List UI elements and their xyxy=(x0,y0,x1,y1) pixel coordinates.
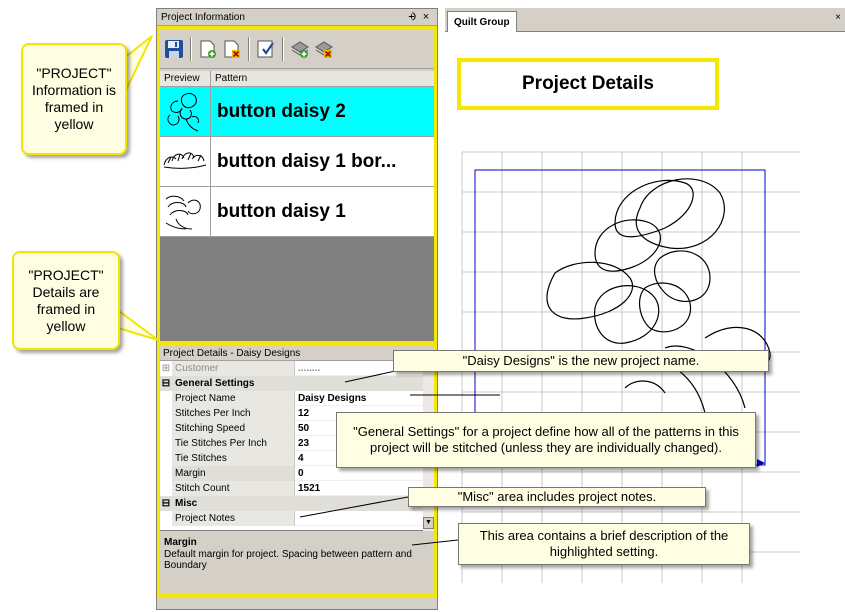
add-pattern-icon[interactable] xyxy=(197,38,219,60)
property-label: Stitches Per Inch xyxy=(172,406,295,421)
description-area-note: This area contains a brief description o… xyxy=(458,523,750,565)
property-label: Project Notes xyxy=(172,511,295,526)
property-label: Tie Stitches Per Inch xyxy=(172,436,295,451)
pattern-name: button daisy 2 xyxy=(217,100,346,122)
property-label: Customer xyxy=(172,361,295,376)
checklist-icon[interactable] xyxy=(255,38,277,60)
pattern-row[interactable]: button daisy 1 bor... xyxy=(160,137,434,187)
close-icon[interactable]: × xyxy=(419,11,433,23)
toolbar-separator xyxy=(248,36,250,61)
project-notes-dropdown-icon[interactable]: ▼ xyxy=(423,517,434,529)
expander-icon[interactable]: ⊟ xyxy=(160,498,172,509)
property-label: Margin xyxy=(172,466,295,481)
project-information-titlebar: Project Information ⨮ × xyxy=(157,9,437,26)
pattern-list-header: Preview Pattern xyxy=(160,71,434,87)
property-label: Stitch Count xyxy=(172,481,295,496)
pattern-preview-thumbnail xyxy=(160,187,211,236)
document-panel: Quilt Group × Project Details xyxy=(445,8,845,610)
project-information-frame: Preview Pattern button daisy 2 button da… xyxy=(157,26,437,344)
description-title: Margin xyxy=(164,537,197,548)
misc-area-note: "Misc" area includes project notes. xyxy=(408,487,706,507)
general-settings-note: "General Settings" for a project define … xyxy=(336,412,756,468)
property-label: General Settings xyxy=(175,378,255,389)
pattern-name: button daisy 1 bor... xyxy=(217,150,397,172)
pattern-row[interactable]: button daisy 2 xyxy=(160,87,434,137)
property-category[interactable]: ⊟ Misc xyxy=(160,496,434,511)
project-information-callout: "PROJECT" Information is framed in yello… xyxy=(21,43,127,155)
project-details-frame: Project Details - Daisy Designs ⊞ Custome… xyxy=(157,343,437,597)
description-text: Default margin for project. Spacing betw… xyxy=(164,549,412,571)
pattern-row[interactable]: button daisy 1 xyxy=(160,187,434,237)
property-category[interactable]: ⊟ General Settings xyxy=(160,376,434,391)
remove-pattern-icon[interactable] xyxy=(221,38,243,60)
project-toolbar xyxy=(160,29,434,69)
add-project-icon[interactable] xyxy=(289,38,311,60)
property-value[interactable]: Daisy Designs xyxy=(295,391,434,406)
property-row[interactable]: Project Name Daisy Designs xyxy=(160,391,434,406)
expander-icon[interactable]: ⊟ xyxy=(160,378,172,389)
pattern-list: Preview Pattern button daisy 2 button da… xyxy=(160,71,434,341)
toolbar-separator xyxy=(190,36,192,61)
project-details-heading: Project Details xyxy=(457,58,719,110)
property-label: Project Name xyxy=(172,391,295,406)
daisy-designs-note: "Daisy Designs" is the new project name. xyxy=(393,350,769,372)
property-label: Tie Stitches xyxy=(172,451,295,466)
property-label: Misc xyxy=(175,498,198,509)
property-row[interactable]: Stitch Count 1521 xyxy=(160,481,434,496)
property-row[interactable]: Project Notes xyxy=(160,511,434,526)
pattern-preview-thumbnail xyxy=(160,137,211,186)
pattern-preview-thumbnail xyxy=(160,87,211,136)
project-information-title: Project Information xyxy=(161,11,245,23)
left-panel: Project Information ⨮ × Preview Pattern … xyxy=(156,8,438,610)
remove-project-icon[interactable] xyxy=(313,38,335,60)
pattern-name: button daisy 1 xyxy=(217,200,346,222)
column-pattern[interactable]: Pattern xyxy=(211,71,434,86)
save-icon[interactable] xyxy=(163,38,185,60)
property-value[interactable] xyxy=(295,511,434,526)
pin-icon[interactable]: ⨮ xyxy=(405,11,419,24)
property-value[interactable]: 0 xyxy=(295,466,434,481)
column-preview[interactable]: Preview xyxy=(160,71,211,86)
property-row[interactable]: Margin 0 xyxy=(160,466,434,481)
property-label: Stitching Speed xyxy=(172,421,295,436)
description-box: Margin Default margin for project. Spaci… xyxy=(160,534,434,584)
project-details-callout: "PROJECT" Details are framed in yellow xyxy=(12,251,120,350)
expander-icon[interactable]: ⊞ xyxy=(160,363,172,374)
toolbar-separator xyxy=(282,36,284,61)
daisy-pattern xyxy=(546,178,771,414)
boundary-handle[interactable] xyxy=(757,459,765,467)
